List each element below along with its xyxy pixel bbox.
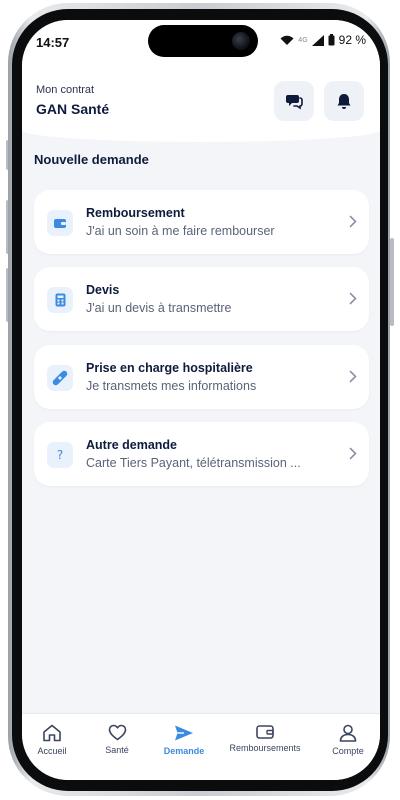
tab-compte[interactable]: Compte (313, 724, 380, 756)
request-subtitle: Carte Tiers Payant, télétransmission ... (86, 456, 301, 470)
notifications-button[interactable] (324, 81, 364, 121)
request-title: Autre demande (86, 438, 177, 452)
heart-icon (108, 724, 126, 741)
messages-button[interactable] (274, 81, 314, 121)
network-type: 4G (298, 36, 308, 44)
request-subtitle: Je transmets mes informations (86, 379, 257, 393)
tab-accueil[interactable]: Accueil (22, 724, 87, 756)
tab-demande[interactable]: Demande (149, 724, 219, 756)
tab-label: Accueil (37, 746, 67, 756)
power-button (390, 238, 394, 326)
calculator-icon (47, 287, 73, 313)
battery-icon (328, 34, 335, 46)
tab-label: Demande (163, 746, 205, 756)
wallet-icon (47, 210, 73, 236)
request-title: Prise en charge hospitalière (86, 361, 253, 375)
dynamic-island (148, 25, 258, 57)
bottom-tab-bar: Accueil Santé Demande Remboursements Com… (22, 713, 380, 780)
status-indicators: 4G 92 % (280, 33, 366, 47)
tab-label: Remboursements (229, 743, 301, 753)
tab-remboursements[interactable]: Remboursements (229, 724, 301, 753)
contract-label: Mon contrat (36, 84, 95, 96)
request-title: Remboursement (86, 206, 185, 220)
phone-screen: 14:57 4G 92 % Mon contrat GAN Santé Nouv… (22, 20, 380, 780)
request-card-hospitalisation[interactable]: Prise en charge hospitalière Je transmet… (34, 345, 369, 409)
chevron-right-icon (349, 215, 357, 228)
request-card-autre[interactable]: ? Autre demande Carte Tiers Payant, télé… (34, 422, 369, 486)
chat-icon (286, 95, 303, 110)
bandage-icon (47, 365, 73, 391)
tab-label: Compte (332, 746, 364, 756)
chevron-right-icon (349, 292, 357, 305)
send-icon (175, 725, 193, 741)
section-title: Nouvelle demande (34, 152, 149, 167)
contract-name[interactable]: GAN Santé (36, 101, 109, 117)
tab-sante[interactable]: Santé (82, 724, 152, 755)
chevron-right-icon (349, 370, 357, 383)
status-time: 14:57 (36, 35, 70, 50)
user-icon (339, 724, 357, 742)
question-icon: ? (47, 442, 73, 468)
wallet-icon (256, 725, 274, 739)
chevron-right-icon (349, 447, 357, 460)
request-card-remboursement[interactable]: Remboursement J'ai un soin à me faire re… (34, 190, 369, 254)
request-subtitle: J'ai un devis à transmettre (86, 301, 232, 315)
tab-label: Santé (105, 745, 129, 755)
bell-icon (337, 93, 351, 109)
home-icon (43, 724, 61, 742)
wifi-icon (280, 35, 294, 45)
signal-icon (311, 34, 324, 46)
camera-icon (232, 32, 250, 50)
battery-level: 92 % (338, 33, 366, 47)
request-subtitle: J'ai un soin à me faire rembourser (86, 224, 275, 238)
request-title: Devis (86, 283, 120, 297)
app-header: Mon contrat GAN Santé (22, 64, 380, 142)
request-card-devis[interactable]: Devis J'ai un devis à transmettre (34, 267, 369, 331)
